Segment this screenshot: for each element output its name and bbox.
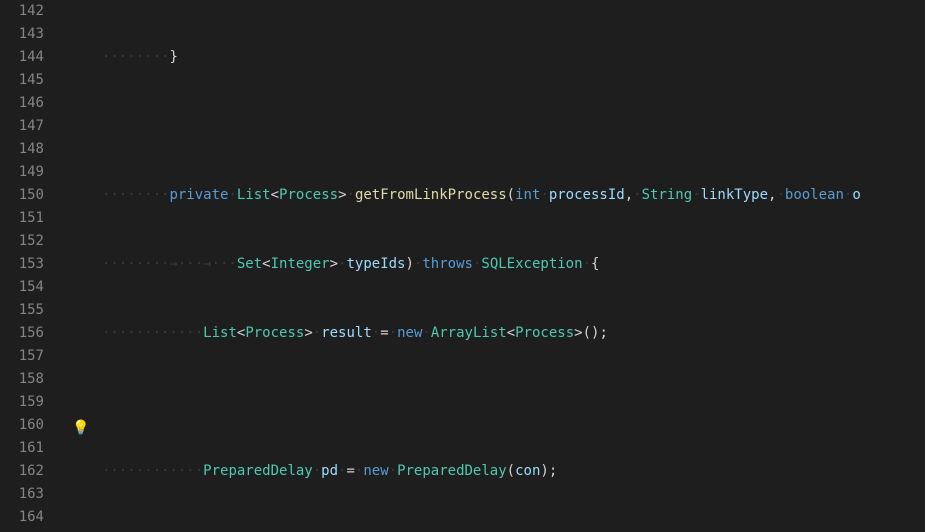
lightbulb-icon[interactable]: 💡 — [72, 417, 89, 440]
line-number: 146 — [0, 92, 44, 115]
glyph-margin: 💡 — [62, 0, 102, 532]
code-line[interactable]: ········} — [102, 46, 925, 69]
line-number: 159 — [0, 391, 44, 414]
code-line[interactable]: ············PreparedDelay·pd·=·new·Prepa… — [102, 460, 925, 483]
line-number: 145 — [0, 69, 44, 92]
code-line[interactable]: ········→···→···Set<Integer>·typeIds)·th… — [102, 253, 925, 276]
line-number: 155 — [0, 299, 44, 322]
line-number: 157 — [0, 345, 44, 368]
line-number: 143 — [0, 23, 44, 46]
line-number: 160 — [0, 414, 44, 437]
code-line[interactable] — [102, 391, 925, 414]
code-editor[interactable]: 142 143 144 145 146 147 148 149 150 151 … — [0, 0, 925, 532]
line-number: 142 — [0, 0, 44, 23]
line-number: 156 — [0, 322, 44, 345]
line-number: 150 — [0, 184, 44, 207]
line-number: 153 — [0, 253, 44, 276]
code-line[interactable] — [102, 115, 925, 138]
line-number: 144 — [0, 46, 44, 69]
line-number: 158 — [0, 368, 44, 391]
line-number: 149 — [0, 161, 44, 184]
code-line[interactable]: ········private·List<Process>·getFromLin… — [102, 184, 925, 207]
line-number: 154 — [0, 276, 44, 299]
line-number: 147 — [0, 115, 44, 138]
code-line[interactable]: ············List<Process>·result·=·new·A… — [102, 322, 925, 345]
line-number: 152 — [0, 230, 44, 253]
line-number: 163 — [0, 483, 44, 506]
line-number: 161 — [0, 437, 44, 460]
line-number: 151 — [0, 207, 44, 230]
code-area[interactable]: ········} ········private·List<Process>·… — [102, 0, 925, 532]
line-number: 148 — [0, 138, 44, 161]
line-number-gutter: 142 143 144 145 146 147 148 149 150 151 … — [0, 0, 62, 532]
line-number: 164 — [0, 506, 44, 529]
line-number: 162 — [0, 460, 44, 483]
